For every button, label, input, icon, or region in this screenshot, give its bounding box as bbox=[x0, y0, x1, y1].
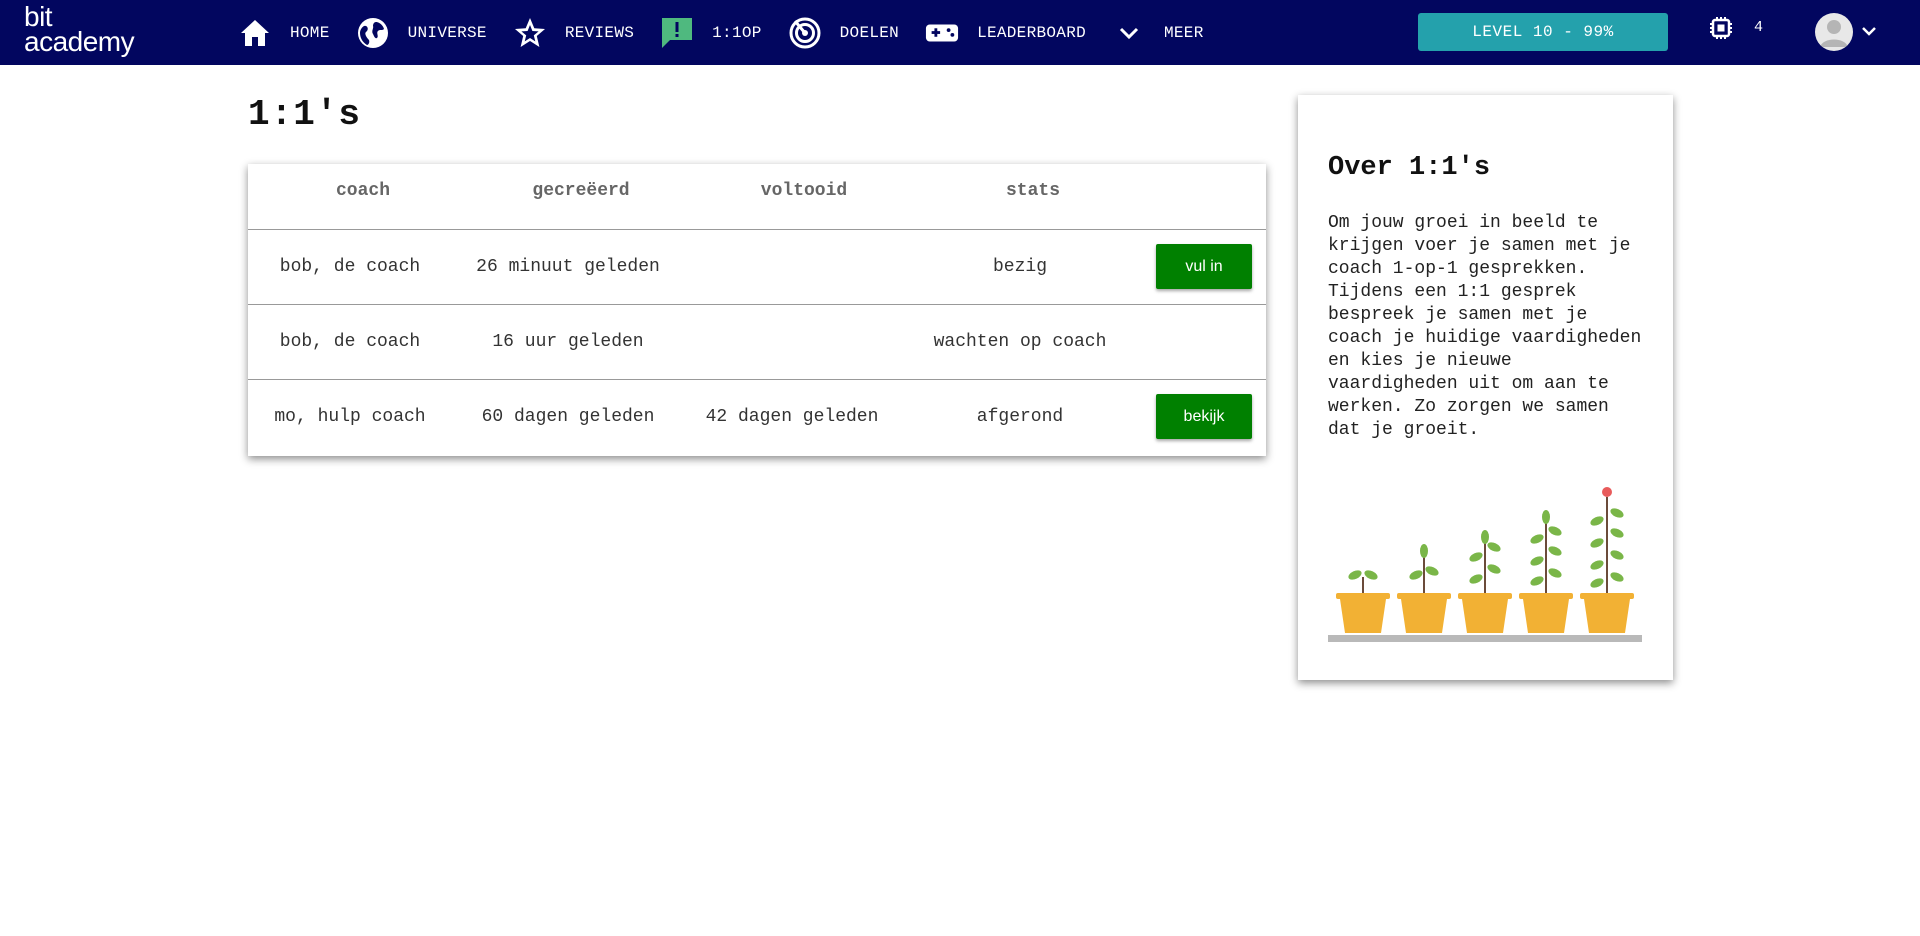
cell-created: 26 minuut geleden bbox=[476, 257, 660, 277]
target-icon bbox=[788, 16, 822, 50]
nav-item-1op1[interactable]: 1:1OP bbox=[660, 0, 762, 65]
nav-item-leaderboard[interactable]: LEADERBOARD bbox=[925, 0, 1086, 65]
view-button[interactable]: bekijk bbox=[1156, 394, 1252, 439]
about-text: Om jouw groei in beeld te krijgen voer j… bbox=[1328, 213, 1642, 440]
gamepad-icon bbox=[925, 16, 959, 50]
bit-academy-logo[interactable]: bit academy bbox=[24, 3, 135, 57]
home-icon bbox=[238, 16, 272, 50]
nav-label-home: HOME bbox=[290, 23, 330, 42]
star-icon bbox=[513, 16, 547, 50]
chip-icon[interactable] bbox=[1708, 15, 1734, 41]
nav-label-doelen: DOELEN bbox=[839, 23, 900, 42]
cell-completed: 42 dagen geleden bbox=[705, 407, 879, 427]
header-created: gecreëerd bbox=[532, 181, 630, 201]
top-navbar: bit academy HOME UNIVERSE REVIEWS 1:1OP … bbox=[0, 0, 1920, 65]
header-completed: voltooid bbox=[760, 181, 848, 201]
cell-coach: bob, de coach bbox=[279, 257, 421, 277]
about-card: Over 1:1's Om jouw groei in beeld te kri… bbox=[1298, 95, 1673, 680]
table-row: bob, de coach 16 uur geleden wachten op … bbox=[248, 305, 1266, 380]
cell-coach: bob, de coach bbox=[279, 332, 421, 352]
nav-item-meer[interactable]: MEER bbox=[1112, 0, 1204, 65]
nav-label-reviews: REVIEWS bbox=[564, 23, 635, 42]
nav-label-universe: UNIVERSE bbox=[407, 23, 487, 42]
nav-item-universe[interactable]: UNIVERSE bbox=[356, 0, 487, 65]
table-row: mo, hulp coach 60 dagen geleden 42 dagen… bbox=[248, 380, 1266, 455]
globe-icon bbox=[356, 16, 390, 50]
cell-created: 16 uur geleden bbox=[492, 332, 644, 352]
nav-label-meer: MEER bbox=[1164, 23, 1204, 42]
cell-coach: mo, hulp coach bbox=[274, 407, 426, 427]
header-status: stats bbox=[1005, 181, 1061, 201]
nav-item-home[interactable]: HOME bbox=[238, 0, 330, 65]
one-on-one-table: coach gecreëerd voltooid stats bob, de c… bbox=[248, 164, 1266, 456]
nav-item-doelen[interactable]: DOELEN bbox=[788, 0, 899, 65]
logo-line-2: academy bbox=[24, 26, 135, 57]
about-title: Over 1:1's bbox=[1328, 153, 1491, 183]
cell-status: bezig bbox=[992, 257, 1048, 277]
growing-plants-illustration bbox=[1328, 487, 1642, 642]
table-header-row: coach gecreëerd voltooid stats bbox=[248, 164, 1266, 230]
alert-chat-icon bbox=[660, 16, 694, 50]
page-title: 1:1's bbox=[248, 94, 362, 135]
table-row: bob, de coach 26 minuut geleden bezig vu… bbox=[248, 230, 1266, 305]
cell-status: wachten op coach bbox=[933, 332, 1107, 352]
fill-in-button[interactable]: vul in bbox=[1156, 244, 1252, 289]
chevron-down-icon bbox=[1112, 16, 1146, 50]
header-coach: coach bbox=[335, 181, 391, 201]
avatar[interactable] bbox=[1815, 13, 1853, 51]
cell-status: afgerond bbox=[976, 407, 1064, 427]
account-chevron-down-icon[interactable] bbox=[1860, 22, 1878, 40]
nav-label-1op1: 1:1OP bbox=[712, 23, 762, 42]
nav-menu: HOME UNIVERSE REVIEWS 1:1OP DOELEN LEADE… bbox=[238, 0, 1230, 65]
nav-label-leaderboard: LEADERBOARD bbox=[977, 23, 1086, 42]
nav-item-reviews[interactable]: REVIEWS bbox=[513, 0, 634, 65]
level-progress-badge[interactable]: LEVEL 10 - 99% bbox=[1418, 13, 1668, 51]
chip-count: 4 bbox=[1754, 19, 1764, 36]
cell-created: 60 dagen geleden bbox=[481, 407, 655, 427]
